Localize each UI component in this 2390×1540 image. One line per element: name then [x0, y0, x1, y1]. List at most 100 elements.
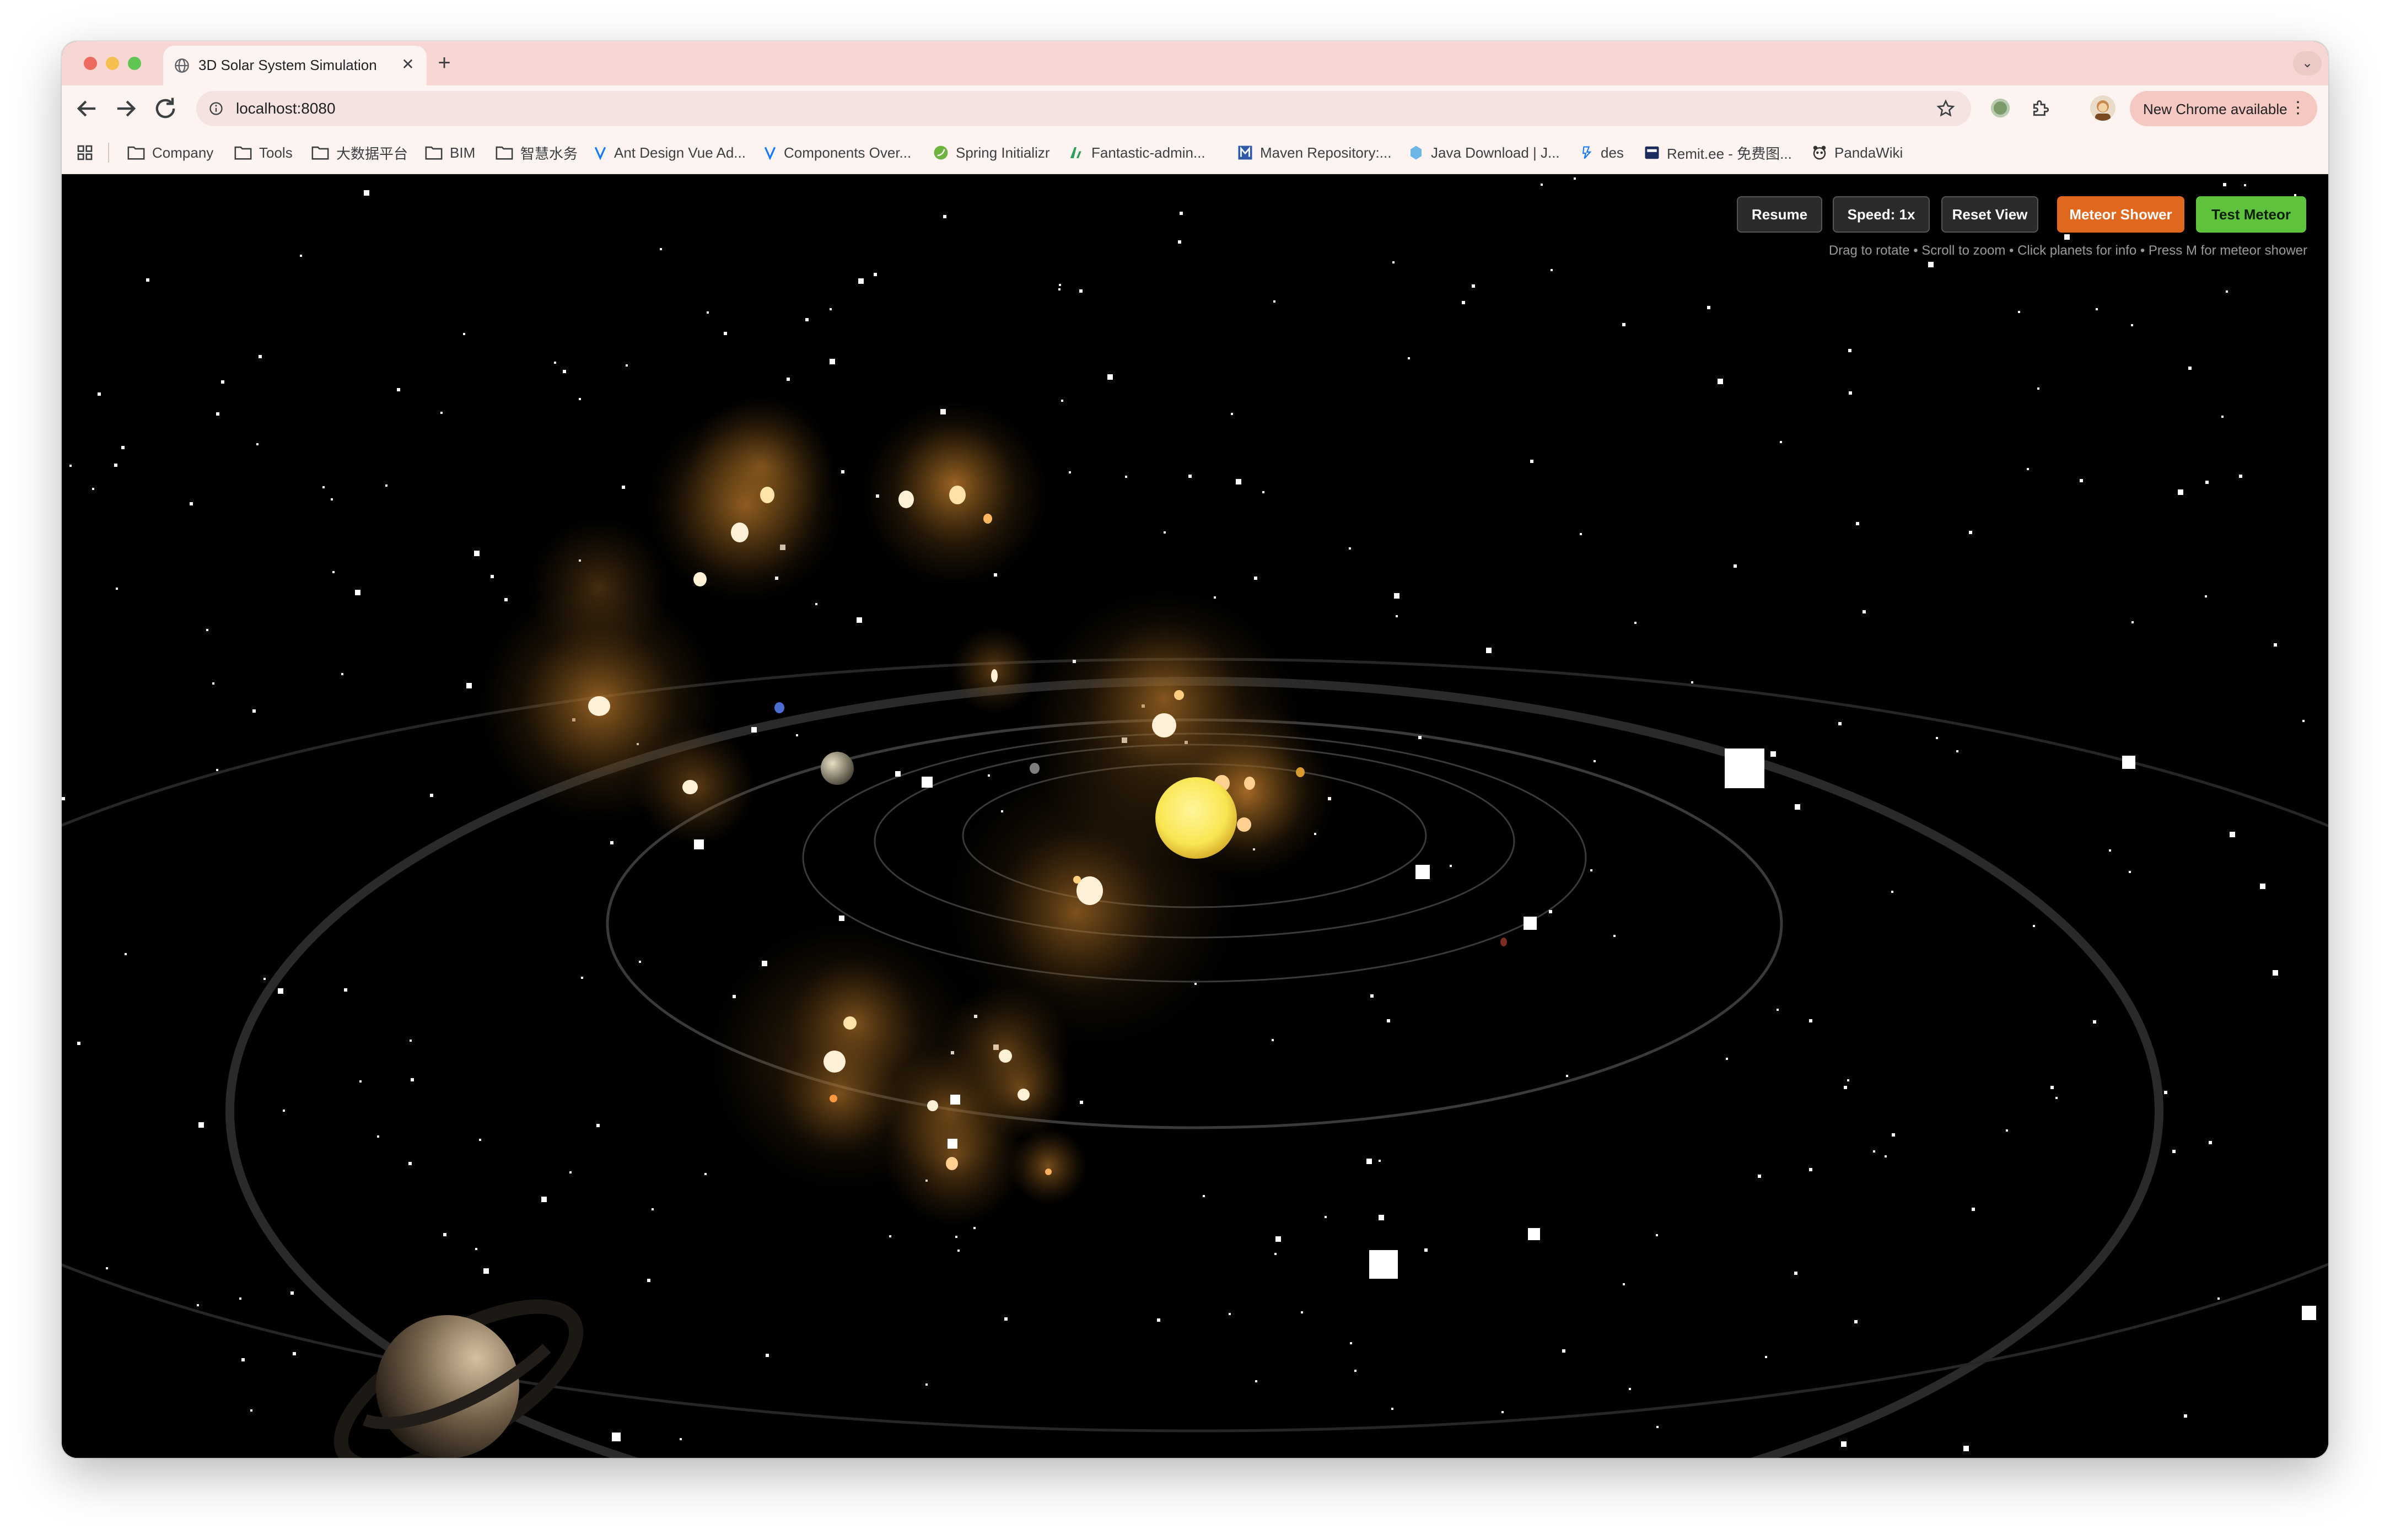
star [190, 502, 193, 505]
meteor-shower-button[interactable]: Meteor Shower [2057, 196, 2184, 233]
planet-jupiter[interactable] [821, 752, 854, 785]
bookmark-bim[interactable]: BIM [424, 142, 475, 164]
maximize-window-button[interactable] [128, 57, 141, 70]
star [1236, 479, 1241, 484]
star [1178, 240, 1181, 244]
bookmark-bigdata[interactable]: 大数据平台 [311, 142, 408, 164]
star [1691, 681, 1693, 683]
tab-title: 3D Solar System Simulation [198, 57, 377, 73]
star [410, 1040, 412, 1042]
new-tab-button[interactable]: + [431, 50, 457, 77]
tab-search-button[interactable]: ⌄ [2293, 51, 2322, 76]
bookmark-java-download[interactable]: Java Download | J... [1408, 142, 1560, 164]
close-window-button[interactable] [84, 57, 97, 70]
address-bar[interactable]: localhost:8080 [196, 91, 1971, 126]
new-chrome-available-button[interactable]: New Chrome available ⋮ [2130, 91, 2317, 126]
maven-icon [1238, 146, 1252, 160]
star [364, 190, 369, 196]
bookmark-fantastic-admin[interactable]: Fantastic-admin... [1068, 142, 1205, 164]
browser-window: 3D Solar System Simulation ✕ + ⌄ localho… [62, 41, 2328, 1458]
java-icon [1411, 146, 1422, 160]
bookmark-tools[interactable]: Tools [234, 142, 293, 164]
star [1418, 736, 1422, 739]
star [1262, 491, 1264, 493]
bookmark-des[interactable]: des [1579, 142, 1624, 164]
tab-strip: 3D Solar System Simulation ✕ + ⌄ [62, 41, 2328, 85]
planet-mars[interactable] [1500, 938, 1507, 946]
star [1590, 869, 1592, 871]
forward-icon[interactable] [111, 94, 140, 123]
solar-system-canvas[interactable]: Resume Speed: 1x Reset View Meteor Showe… [62, 174, 2328, 1458]
star [443, 1233, 446, 1236]
star [724, 332, 727, 335]
speed-button[interactable]: Speed: 1x [1833, 196, 1930, 233]
star [581, 977, 583, 979]
url-text[interactable]: localhost:8080 [236, 100, 336, 117]
site-info-icon[interactable] [208, 101, 224, 116]
reset-view-button[interactable]: Reset View [1941, 196, 2038, 233]
star [2055, 1097, 2058, 1099]
star [475, 1248, 477, 1250]
star [1707, 306, 1710, 309]
star [1370, 994, 1374, 998]
bookmark-maven-repository[interactable]: Maven Repository:... [1237, 142, 1391, 164]
star [1891, 891, 1893, 893]
star [1656, 1234, 1658, 1236]
star [1325, 1216, 1327, 1218]
star [2260, 884, 2265, 889]
sun[interactable] [1155, 777, 1237, 859]
star [1450, 865, 1452, 867]
apps-grid-icon[interactable] [76, 144, 94, 161]
reload-icon[interactable] [151, 94, 180, 123]
bookmark-pandawiki[interactable]: PandaWiki [1811, 142, 1903, 164]
star [1255, 1380, 1257, 1382]
star [491, 575, 494, 578]
star [1928, 262, 1934, 267]
bookmark-remit[interactable]: Remit.ee - 免费图... [1644, 142, 1792, 164]
star [751, 727, 757, 733]
star [1530, 460, 1533, 463]
browser-toolbar: localhost:8080 New Chrome available ⋮ [62, 85, 2328, 132]
star [341, 673, 343, 675]
bookmark-spring-initializr[interactable]: Spring Initializr [933, 142, 1050, 164]
test-meteor-button[interactable]: Test Meteor [2196, 196, 2306, 233]
bookmark-company[interactable]: Company [127, 142, 213, 164]
star [283, 1110, 285, 1112]
bookmark-star-icon[interactable] [1936, 99, 1956, 119]
star [216, 412, 219, 416]
star [957, 1250, 960, 1252]
update-label: New Chrome available [2143, 101, 2287, 117]
more-menu-icon[interactable]: ⋮ [2290, 99, 2306, 117]
star [1580, 533, 1582, 535]
star [331, 498, 333, 500]
star [1863, 610, 1866, 613]
close-tab-icon[interactable]: ✕ [398, 55, 418, 74]
star [639, 961, 641, 963]
star [293, 1352, 296, 1355]
star [1203, 1195, 1205, 1197]
planet-venus[interactable] [1296, 767, 1305, 777]
star [2209, 1141, 2212, 1144]
bookmark-ant-design-vue[interactable]: Ant Design Vue Ad... [593, 142, 746, 164]
planet-earth[interactable] [774, 702, 784, 713]
star [1873, 1150, 1875, 1153]
star [2131, 621, 2134, 623]
back-icon[interactable] [73, 94, 101, 123]
star [1936, 737, 1938, 739]
profile-avatar[interactable] [2090, 95, 2116, 121]
tab-active[interactable]: 3D Solar System Simulation ✕ [163, 46, 427, 85]
star [2239, 475, 2242, 478]
bookmark-components-overview[interactable]: Components Over... [763, 142, 911, 164]
minimize-window-button[interactable] [106, 57, 119, 70]
bookmarks-bar: Company Tools 大数据平台 BIM 智慧水务 Ant Design … [62, 132, 2328, 174]
resume-button[interactable]: Resume [1737, 196, 1822, 233]
star [197, 1304, 199, 1306]
bookmark-smart-water[interactable]: 智慧水务 [495, 142, 578, 164]
star [610, 841, 613, 844]
extensions-puzzle-icon[interactable] [2031, 98, 2052, 119]
star [830, 308, 832, 310]
star [660, 248, 662, 250]
planet-mercury[interactable] [1030, 763, 1040, 774]
star [1069, 471, 1071, 473]
extension-icon[interactable] [1991, 99, 2010, 117]
